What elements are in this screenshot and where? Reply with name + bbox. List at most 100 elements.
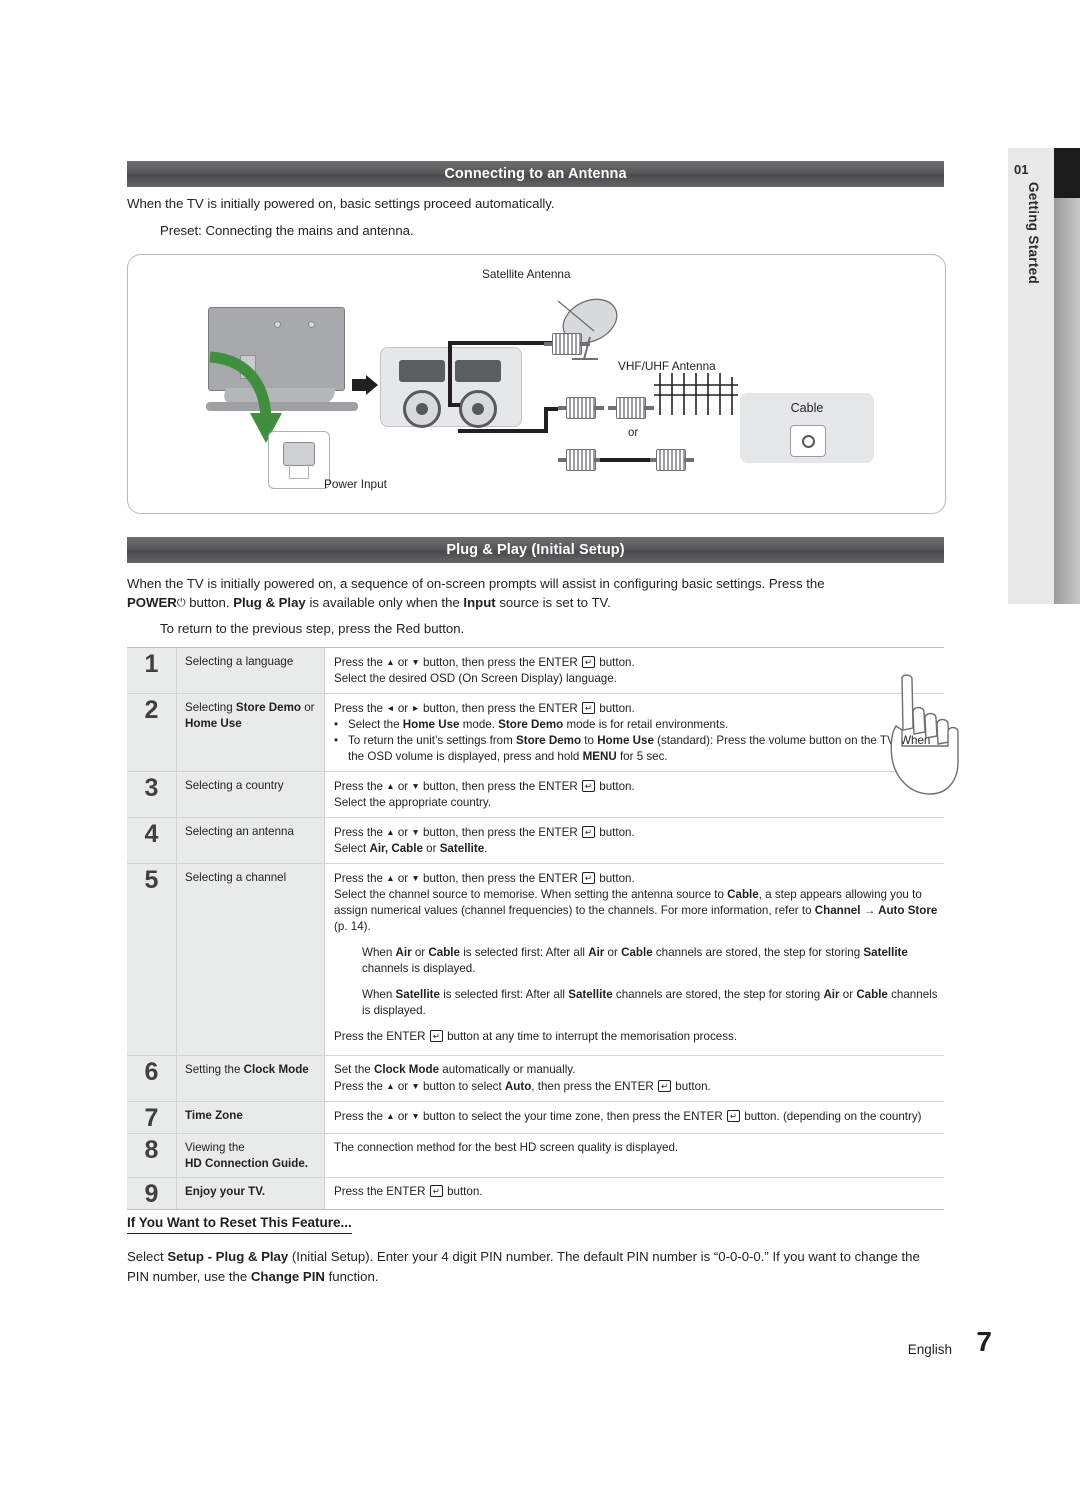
step-title: Selecting a country (177, 772, 325, 817)
cable-jack-icon (790, 425, 826, 457)
antenna-preset: Preset: Connecting the mains and antenna… (160, 223, 414, 238)
step-line: Press the or button to select the your t… (334, 1108, 938, 1125)
plugplay-feature-name: Plug & Play (233, 595, 306, 610)
step-number: 8 (127, 1134, 177, 1177)
step-row: 5 Selecting a channel Press the or butto… (127, 864, 944, 1056)
label-satellite-antenna: Satellite Antenna (482, 267, 571, 281)
step-description: Set the Clock Mode automatically or manu… (325, 1056, 944, 1101)
panel-arrow-icon (352, 375, 378, 395)
reset-body-1: Select (127, 1249, 164, 1264)
step-row: 6 Setting the Clock Mode Set the Clock M… (127, 1056, 944, 1102)
down-arrow-icon (411, 1080, 419, 1093)
coax-connector-4 (558, 449, 604, 471)
power-plug-cord (289, 464, 309, 479)
step-row: 9 Enjoy your TV. Press the ENTER ↵ butto… (127, 1178, 944, 1210)
step-number: 2 (127, 694, 177, 771)
step-line: Press the ENTER ↵ button. (334, 1185, 483, 1198)
step-description: Press the or button, then press the ENTE… (325, 648, 944, 693)
reset-menu-path: Setup - Plug & Play (167, 1249, 289, 1264)
reset-body-5: function. (328, 1269, 379, 1284)
step-description: Press the or button, then press the ENTE… (325, 818, 944, 863)
right-arrow-icon (411, 702, 419, 715)
bullet-icon: • (334, 718, 339, 731)
tv-dot-2 (308, 321, 315, 328)
bullet-icon: • (334, 734, 339, 747)
antenna-diagram: Power Input Satellite Antenna VHF/UHF An… (127, 254, 946, 514)
step-line: • Select the Home Use mode. Store Demo mo… (334, 718, 729, 731)
wire-2 (448, 341, 452, 407)
step-number: 9 (127, 1178, 177, 1209)
tv-dot-1 (274, 321, 281, 328)
plugplay-intro-button: button. (189, 595, 230, 610)
step-number: 1 (127, 648, 177, 693)
step-title: Selecting a language (177, 648, 325, 693)
step-line: • To return the unit’s settings from Stor… (334, 734, 931, 763)
reset-change-pin: Change PIN (250, 1269, 325, 1284)
chapter-number: 01 (1014, 162, 1029, 177)
step-line: Select the appropriate country. (334, 796, 492, 809)
step-line: Press the or button, then press the ENTE… (334, 700, 938, 717)
panel-slot-2 (455, 360, 501, 382)
wire-3 (448, 341, 552, 345)
step-row: 7 Time Zone Press the or button to selec… (127, 1102, 944, 1134)
up-arrow-icon (386, 780, 394, 793)
antenna-intro: When the TV is initially powered on, bas… (127, 196, 555, 211)
plugplay-intro: When the TV is initially powered on, a s… (127, 574, 942, 613)
up-arrow-icon (386, 656, 394, 669)
step-title: Viewing the HD Connection Guide. (177, 1134, 325, 1177)
step-description: Press the or button, then press the ENTE… (325, 864, 944, 1055)
panel-slot-1 (399, 360, 445, 382)
step-title: Setting the Clock Mode (177, 1056, 325, 1101)
down-arrow-icon (411, 780, 419, 793)
connector-barrel (566, 449, 596, 471)
step-line: When Satellite is selected first: After … (362, 988, 938, 1017)
connector-pin (580, 342, 590, 346)
up-arrow-icon (386, 1080, 394, 1093)
section-header-antenna: Connecting to an Antenna (127, 161, 944, 187)
connector-barrel (552, 333, 582, 355)
up-arrow-icon (386, 1110, 394, 1123)
cable-source-box: Cable (740, 393, 874, 463)
step-line: Press the ENTER ↵ button at any time to … (334, 1030, 738, 1043)
step-line: Select the desired OSD (On Screen Displa… (334, 672, 617, 685)
antenna-jack-2 (459, 390, 497, 428)
connector-barrel (656, 449, 686, 471)
coax-connector-1 (544, 333, 590, 355)
step-line: Press the or button, then press the ENTE… (334, 870, 938, 887)
down-arrow-icon (411, 872, 419, 885)
enter-key-icon: ↵ (581, 780, 596, 792)
wire-6 (544, 407, 558, 411)
chapter-label: Getting Started (1026, 182, 1041, 285)
power-plug-head (283, 442, 315, 466)
step-title-text: Enjoy your TV. (185, 1185, 266, 1198)
step-line: The connection method for the best HD sc… (334, 1141, 679, 1154)
label-power-input: Power Input (324, 477, 387, 491)
plugplay-intro-avail: is available only when the (309, 595, 460, 610)
step-line: Press the or button, then press the ENTE… (334, 778, 938, 795)
enter-key-icon: ↵ (726, 1110, 741, 1122)
step-title: Selecting a channel (177, 864, 325, 1055)
step-description: The connection method for the best HD sc… (325, 1134, 944, 1177)
enter-key-icon: ↵ (581, 872, 596, 884)
connector-pin (644, 406, 654, 410)
chapter-tab-strip (1054, 148, 1080, 604)
plugplay-intro-line1: When the TV is initially powered on, a s… (127, 576, 825, 591)
step-number: 3 (127, 772, 177, 817)
antenna-jack-1 (403, 390, 441, 428)
step-title: Time Zone (177, 1102, 325, 1133)
step-line: Press the or button, then press the ENTE… (334, 824, 938, 841)
enter-key-icon: ↵ (581, 702, 596, 714)
step-line: Press the or button, then press the ENTE… (334, 654, 938, 671)
step-row: 2 Selecting Store Demo or Home Use Press … (127, 694, 944, 772)
wire-7 (600, 458, 650, 462)
connector-barrel (566, 397, 596, 419)
vhf-uhf-antenna-icon (654, 373, 738, 415)
step-title: Enjoy your TV. (177, 1178, 325, 1209)
enter-key-icon: ↵ (581, 826, 596, 838)
step-number: 7 (127, 1102, 177, 1133)
plugplay-input-word: Input (463, 595, 496, 610)
enter-key-icon: ↵ (581, 656, 596, 668)
